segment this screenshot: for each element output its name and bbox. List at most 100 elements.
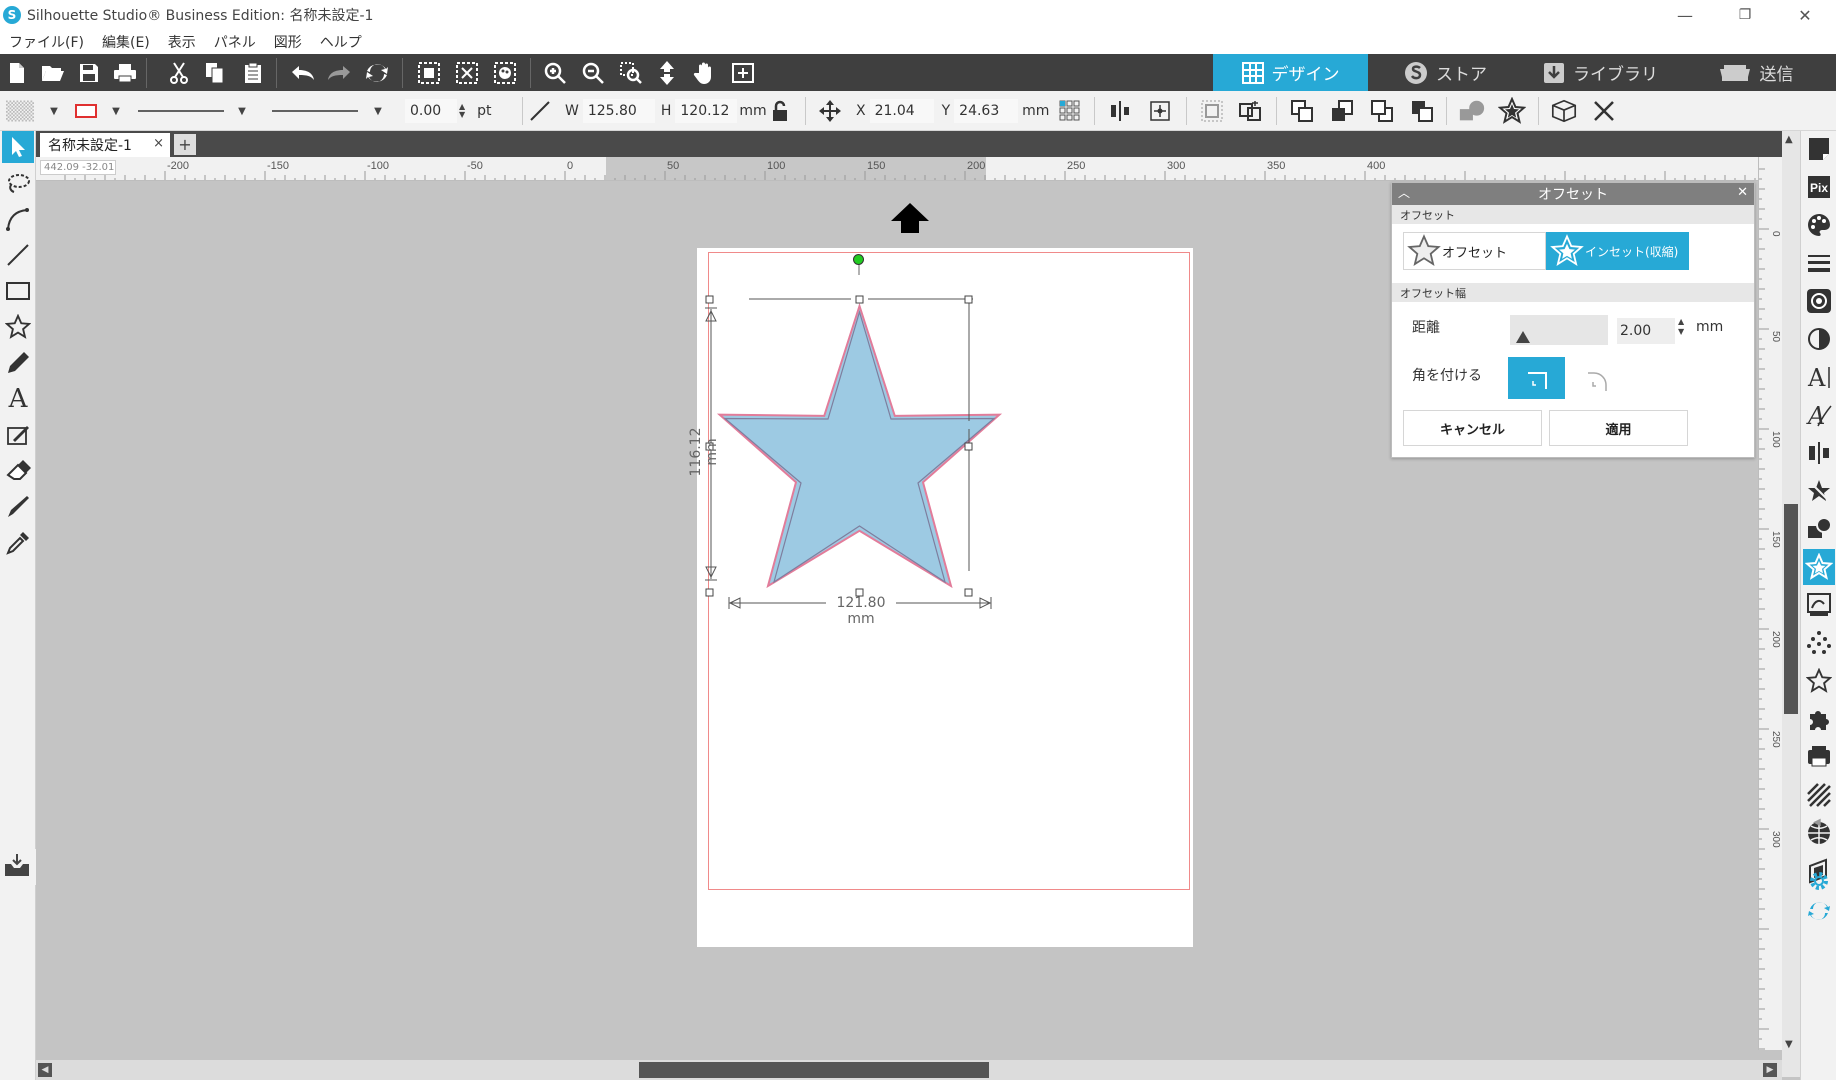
text-tool-icon[interactable]: A (2, 383, 34, 415)
text-to-path-icon[interactable]: A (1803, 397, 1835, 433)
align-icon[interactable] (1106, 97, 1134, 125)
redo-icon[interactable] (324, 58, 354, 88)
distance-stepper[interactable]: ▲ ▼ (1678, 317, 1684, 337)
tab-send[interactable]: 送信 (1678, 54, 1833, 91)
sharp-corner-button[interactable] (1508, 357, 1565, 399)
slider-thumb-icon[interactable] (1516, 331, 1530, 343)
scroll-left-icon[interactable]: ◀ (38, 1063, 52, 1077)
modify-icon[interactable] (1803, 511, 1835, 547)
y-field[interactable]: 24.63 (954, 99, 1019, 123)
align-panel-icon[interactable] (1803, 435, 1835, 471)
vertical-scroll-thumb[interactable] (1784, 504, 1798, 714)
lasso-tool-icon[interactable] (2, 167, 34, 199)
send-to-back-icon[interactable] (1408, 97, 1436, 125)
scroll-up-icon[interactable]: ▲ (1785, 134, 1793, 145)
fit-to-page-icon[interactable] (652, 58, 682, 88)
3d-box-icon[interactable] (1550, 97, 1578, 125)
send-backward-icon[interactable] (1368, 97, 1396, 125)
bring-forward-icon[interactable] (1328, 97, 1356, 125)
zoom-out-icon[interactable] (578, 58, 608, 88)
delete-icon[interactable] (1590, 97, 1618, 125)
x-field[interactable]: 21.04 (869, 99, 934, 123)
transparency-icon[interactable] (1803, 321, 1835, 357)
collapse-panel-icon[interactable]: ◀ (1813, 817, 1821, 828)
zoom-in-icon[interactable] (540, 58, 570, 88)
minimize-button[interactable]: — (1656, 0, 1714, 30)
rotation-handle[interactable] (853, 254, 864, 265)
print-and-cut-icon[interactable] (1803, 739, 1835, 775)
weld-icon[interactable] (1458, 97, 1486, 125)
select-all-icon[interactable] (414, 58, 444, 88)
ungroup-icon[interactable] (1236, 97, 1264, 125)
open-folder-icon[interactable] (38, 58, 68, 88)
settings-gear-icon[interactable] (1803, 866, 1835, 896)
line-tool-icon[interactable] (2, 239, 34, 271)
line-style-panel-icon[interactable] (1803, 245, 1835, 281)
puzzle-icon[interactable] (1803, 701, 1835, 737)
rectangle-tool-icon[interactable] (2, 275, 34, 307)
fill-dropdown-icon[interactable]: ▼ (40, 97, 68, 125)
zoom-select-icon[interactable] (616, 58, 646, 88)
line-end-icon[interactable] (268, 97, 362, 125)
cancel-button[interactable]: キャンセル (1403, 410, 1542, 446)
bring-to-front-icon[interactable] (1288, 97, 1316, 125)
line-color-icon[interactable] (72, 97, 100, 125)
paste-icon[interactable] (238, 58, 268, 88)
new-file-icon[interactable] (2, 58, 32, 88)
sketch-icon[interactable] (1803, 663, 1835, 699)
line-style-dropdown-icon[interactable]: ▼ (228, 97, 256, 125)
import-tray-icon[interactable] (2, 849, 32, 881)
close-panel-icon[interactable]: ✕ (1737, 185, 1748, 200)
menu-panel[interactable]: パネル (205, 32, 265, 52)
star-tool-icon[interactable] (2, 311, 34, 343)
add-page-icon[interactable] (728, 58, 758, 88)
offset-button[interactable]: オフセット (1403, 232, 1546, 270)
menu-edit[interactable]: 編集(E) (93, 32, 159, 52)
knife-blade-icon[interactable] (2, 491, 34, 523)
tab-design[interactable]: デザイン (1213, 54, 1368, 91)
anchor-grid-icon[interactable] (1056, 97, 1084, 125)
page-setup-icon[interactable] (1803, 131, 1835, 167)
line-style-icon[interactable] (134, 97, 228, 125)
select-tool-icon[interactable] (2, 131, 34, 163)
distance-slider[interactable] (1510, 315, 1608, 345)
copy-icon[interactable] (200, 58, 230, 88)
replicate-icon[interactable] (1803, 473, 1835, 509)
group-icon[interactable] (1198, 97, 1226, 125)
add-tab-button[interactable]: + (174, 134, 196, 155)
print-icon[interactable] (110, 58, 140, 88)
horizontal-scrollbar[interactable]: ◀ ▶ (36, 1060, 1782, 1080)
vertical-scrollbar[interactable]: ▲ ▼ (1782, 131, 1800, 1077)
pan-hand-icon[interactable] (690, 58, 720, 88)
menu-file[interactable]: ファイル(F) (0, 32, 93, 52)
save-icon[interactable] (74, 58, 104, 88)
close-tab-button[interactable]: × (153, 136, 164, 151)
knife-tool-icon[interactable] (2, 419, 34, 451)
text-style-icon[interactable]: A (1803, 359, 1835, 395)
pixscan-icon[interactable]: Pix (1803, 169, 1835, 205)
curve-tool-icon[interactable] (2, 203, 34, 235)
deselect-icon[interactable] (452, 58, 482, 88)
offset-star-icon[interactable] (1498, 97, 1526, 125)
round-corner-button[interactable] (1578, 361, 1618, 397)
menu-shape[interactable]: 図形 (265, 32, 311, 52)
horizontal-scroll-thumb[interactable] (639, 1062, 989, 1078)
height-field[interactable]: 120.12 (675, 99, 738, 123)
rhinestone-icon[interactable] (1803, 625, 1835, 661)
tab-library[interactable]: ライブラリ (1523, 54, 1678, 91)
undo-icon[interactable] (288, 58, 318, 88)
fill-pattern-icon[interactable] (6, 97, 34, 125)
pencil-tool-icon[interactable] (2, 347, 34, 379)
redraw-icon[interactable] (362, 58, 392, 88)
line-width-field[interactable]: 0.00 (405, 99, 457, 123)
cut-icon[interactable] (164, 58, 194, 88)
center-to-page-icon[interactable] (1146, 97, 1174, 125)
apply-button[interactable]: 適用 (1549, 410, 1688, 446)
restore-button[interactable]: ❐ (1716, 0, 1774, 30)
close-button[interactable]: ✕ (1776, 0, 1834, 30)
offset-panel-header[interactable]: ︿ オフセット ✕ (1392, 183, 1754, 205)
lock-aspect-icon[interactable] (766, 97, 794, 125)
trace-icon[interactable] (1803, 587, 1835, 623)
menu-view[interactable]: 表示 (159, 32, 205, 52)
eraser-tool-icon[interactable] (2, 455, 34, 487)
